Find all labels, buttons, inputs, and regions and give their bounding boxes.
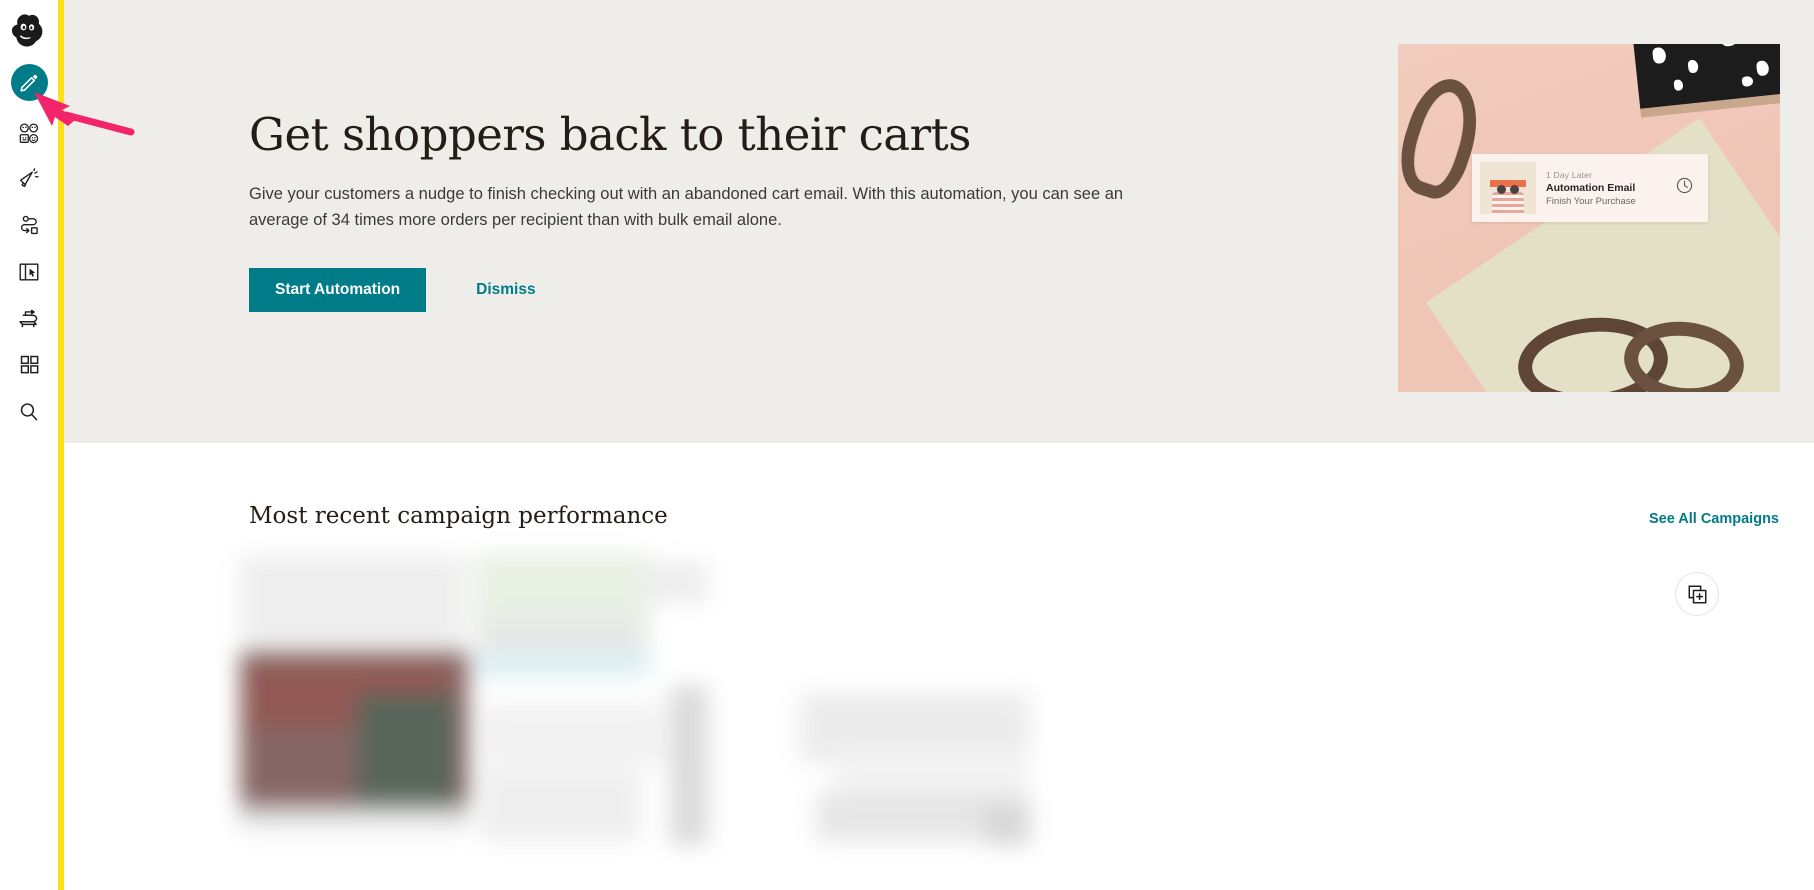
campaign-performance-section: Most recent campaign performance See All… xyxy=(64,443,1814,890)
printing-press-icon xyxy=(18,309,37,327)
page-title: Get shoppers back to their carts xyxy=(249,108,971,161)
sidebar-item-audience[interactable] xyxy=(6,111,52,157)
section-title: Most recent campaign performance xyxy=(249,503,668,529)
card-delay-label: 1 Day Later xyxy=(1546,169,1593,180)
start-automation-button[interactable]: Start Automation xyxy=(249,267,427,312)
abandoned-cart-promo-hero: Get shoppers back to their carts Give yo… xyxy=(64,0,1814,443)
replicate-campaign-button[interactable] xyxy=(1675,572,1719,616)
sidebar-item-content[interactable] xyxy=(6,295,52,341)
primary-sidebar xyxy=(0,0,58,890)
search-magnifier-icon xyxy=(20,403,38,421)
email-card-text: 1 Day Later Automation Email Finish Your… xyxy=(1546,170,1675,207)
replicate-duplicate-icon xyxy=(1688,585,1706,603)
hero-description: Give your customers a nudge to finish ch… xyxy=(249,185,1124,229)
see-all-campaigns-link[interactable]: See All Campaigns xyxy=(1649,511,1779,527)
yellow-accent-bar xyxy=(58,0,64,890)
dismiss-link[interactable]: Dismiss xyxy=(476,281,535,299)
pencil-icon xyxy=(20,74,38,92)
card-subtitle: Finish Your Purchase xyxy=(1546,195,1636,207)
mailchimp-freddie-logo[interactable] xyxy=(8,10,50,52)
hero-promo-image: 1 Day Later Automation Email Finish Your… xyxy=(1398,44,1780,392)
mailchimp-dashboard: Get shoppers back to their carts Give yo… xyxy=(0,0,1814,890)
card-title: Automation Email xyxy=(1546,181,1636,194)
journey-path-icon xyxy=(20,215,38,235)
clock-icon xyxy=(1675,176,1694,200)
automation-email-card: 1 Day Later Automation Email Finish Your… xyxy=(1472,154,1708,222)
sidebar-item-automations[interactable] xyxy=(6,203,52,249)
sidebar-item-search[interactable] xyxy=(6,389,52,435)
website-panel-cursor-icon xyxy=(19,263,39,281)
hero-actions: Start Automation Dismiss xyxy=(249,267,1179,312)
create-button[interactable] xyxy=(10,64,48,101)
sidebar-item-campaigns[interactable] xyxy=(6,157,52,203)
sidebar-item-integrations[interactable] xyxy=(6,341,52,387)
campaign-section-header: Most recent campaign performance See All… xyxy=(249,503,1779,529)
grid-squares-icon xyxy=(20,355,38,373)
email-thumbnail xyxy=(1480,162,1536,214)
hero-text-block: Get shoppers back to their carts Give yo… xyxy=(249,108,1179,312)
sidebar-item-website[interactable] xyxy=(6,249,52,295)
photo-notebook xyxy=(1632,44,1780,110)
megaphone-icon xyxy=(20,168,39,188)
audience-faces-icon xyxy=(19,123,39,144)
